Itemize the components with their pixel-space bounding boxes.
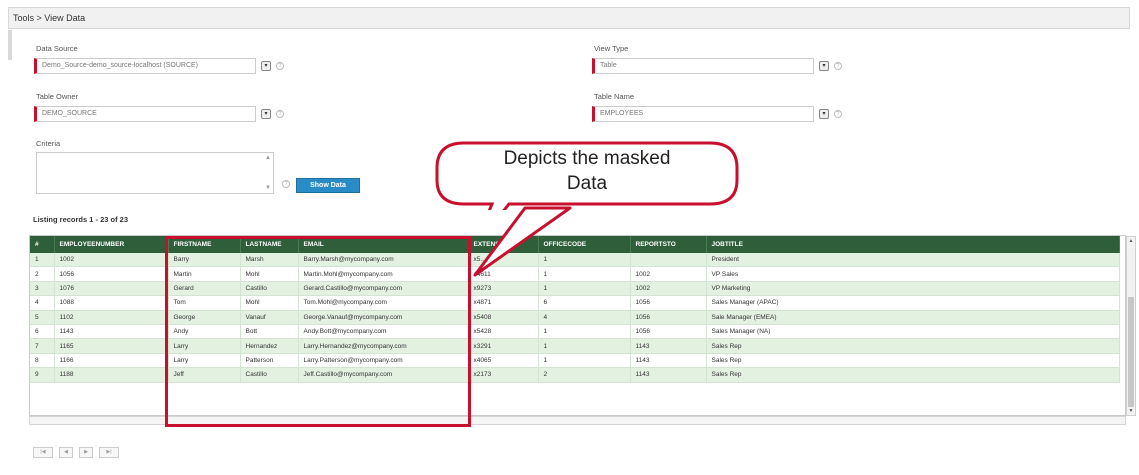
table-owner-label: Table Owner [36, 92, 79, 101]
scroll-down-icon[interactable]: ▼ [1127, 408, 1135, 414]
next-page-icon[interactable]: ▶ [79, 447, 93, 458]
table-cell: Sale Manager (EMEA) [706, 310, 1120, 325]
callout-text: Depicts the masked Data [434, 146, 740, 196]
table-cell: 1056 [54, 266, 169, 282]
criteria-scrollbar[interactable]: ▲ ▼ [265, 155, 271, 191]
criteria-info-icon[interactable]: ? [282, 180, 290, 188]
callout-line-2: Data [566, 173, 608, 194]
view-type-label: View Type [594, 44, 629, 53]
table-owner-field[interactable]: DEMO_SOURCE [34, 106, 256, 122]
table-name-dropdown-icon[interactable]: ▾ [819, 109, 829, 119]
table-name-label: Table Name [594, 92, 635, 101]
table-cell: 1002 [630, 281, 707, 297]
table-cell: 1056 [630, 295, 707, 311]
table-cell: Sales Manager (NA) [706, 324, 1120, 340]
show-data-button[interactable]: Show Data [296, 178, 360, 193]
table-cell: 4 [30, 295, 55, 311]
table-cell: x4871 [468, 295, 539, 311]
table-cell: 1143 [630, 338, 707, 354]
table-cell: 6 [30, 324, 55, 340]
data-source-info-icon[interactable]: ? [276, 62, 284, 70]
table-cell: x3291 [468, 338, 539, 354]
criteria-label: Criteria [36, 139, 61, 148]
table-cell: VP Sales [706, 266, 1120, 282]
table-cell: 1076 [54, 281, 169, 297]
pagination: |◀ ◀ ▶ ▶| [33, 447, 119, 458]
scrollbar-thumb[interactable] [1128, 297, 1134, 407]
view-type-dropdown-icon[interactable]: ▾ [819, 61, 829, 71]
table-name-info-icon[interactable]: ? [834, 110, 842, 118]
criteria-textarea[interactable]: ▲ ▼ [36, 152, 274, 194]
table-cell: 2 [30, 266, 55, 282]
table-name-field[interactable]: EMPLOYEES [592, 106, 814, 122]
breadcrumb: Tools > View Data [13, 13, 86, 23]
masked-data-highlight [165, 236, 471, 427]
first-page-icon[interactable]: |◀ [33, 447, 53, 458]
table-cell: 1056 [630, 324, 707, 340]
table-cell: 6 [538, 295, 631, 311]
listing-records-text: Listing records 1 - 23 of 23 [33, 215, 129, 224]
table-cell: 1 [538, 353, 631, 369]
data-source-label: Data Source [36, 44, 78, 53]
table-cell: 1143 [630, 353, 707, 369]
last-page-icon[interactable]: ▶| [99, 447, 119, 458]
column-header[interactable]: # [30, 236, 55, 253]
table-cell: Sales Rep [706, 367, 1120, 383]
table-cell: 1143 [630, 367, 707, 383]
table-cell: 1 [30, 253, 55, 268]
breadcrumb-bar: Tools > View Data [8, 7, 1130, 29]
table-cell: VP Marketing [706, 281, 1120, 297]
scroll-down-icon[interactable]: ▼ [265, 185, 271, 191]
table-cell: 1 [538, 281, 631, 297]
data-source-dropdown-icon[interactable]: ▾ [261, 61, 271, 71]
column-header[interactable]: EMPLOYEENUMBER [54, 236, 169, 253]
column-header[interactable]: REPORTSTO [630, 236, 707, 253]
table-cell: x9273 [468, 281, 539, 297]
table-cell: x4065 [468, 353, 539, 369]
table-cell: 1088 [54, 295, 169, 311]
table-cell: Sales Rep [706, 353, 1120, 369]
table-cell: Sales Rep [706, 338, 1120, 354]
table-cell: Sales Manager (APAC) [706, 295, 1120, 311]
table-cell: 1002 [630, 266, 707, 282]
table-cell: 9 [30, 367, 55, 383]
table-cell: 1188 [54, 367, 169, 383]
table-cell: 1165 [54, 338, 169, 354]
table-cell: President [706, 253, 1120, 268]
left-edge-strip [8, 30, 12, 60]
table-cell [630, 253, 707, 268]
table-cell: 3 [30, 281, 55, 297]
callout-pointer [473, 206, 572, 277]
table-owner-info-icon[interactable]: ? [276, 110, 284, 118]
table-cell: 8 [30, 353, 55, 369]
table-cell: 1056 [630, 310, 707, 325]
table-cell: x5408 [468, 310, 539, 325]
table-cell: 5 [30, 310, 55, 325]
column-header[interactable]: JOBTITLE [706, 236, 1120, 253]
table-cell: 1 [538, 324, 631, 340]
scroll-up-icon[interactable]: ▲ [265, 155, 271, 161]
table-cell: 1002 [54, 253, 169, 268]
view-type-field[interactable]: Table [592, 58, 814, 74]
prev-page-icon[interactable]: ◀ [59, 447, 73, 458]
table-cell: 7 [30, 338, 55, 354]
data-source-field[interactable]: Demo_Source-demo_source-localhost (SOURC… [34, 58, 256, 74]
table-owner-dropdown-icon[interactable]: ▾ [261, 109, 271, 119]
callout-line-1: Depicts the masked [503, 148, 671, 169]
table-cell: 1143 [54, 324, 169, 340]
table-cell: 4 [538, 310, 631, 325]
table-cell: 1166 [54, 353, 169, 369]
table-cell: x5428 [468, 324, 539, 340]
table-cell: 1102 [54, 310, 169, 325]
grid-vertical-scrollbar[interactable]: ▲ ▼ [1126, 236, 1136, 416]
table-cell: x2173 [468, 367, 539, 383]
view-type-info-icon[interactable]: ? [834, 62, 842, 70]
table-cell: 2 [538, 367, 631, 383]
table-cell: 1 [538, 338, 631, 354]
scroll-up-icon[interactable]: ▲ [1127, 238, 1135, 244]
